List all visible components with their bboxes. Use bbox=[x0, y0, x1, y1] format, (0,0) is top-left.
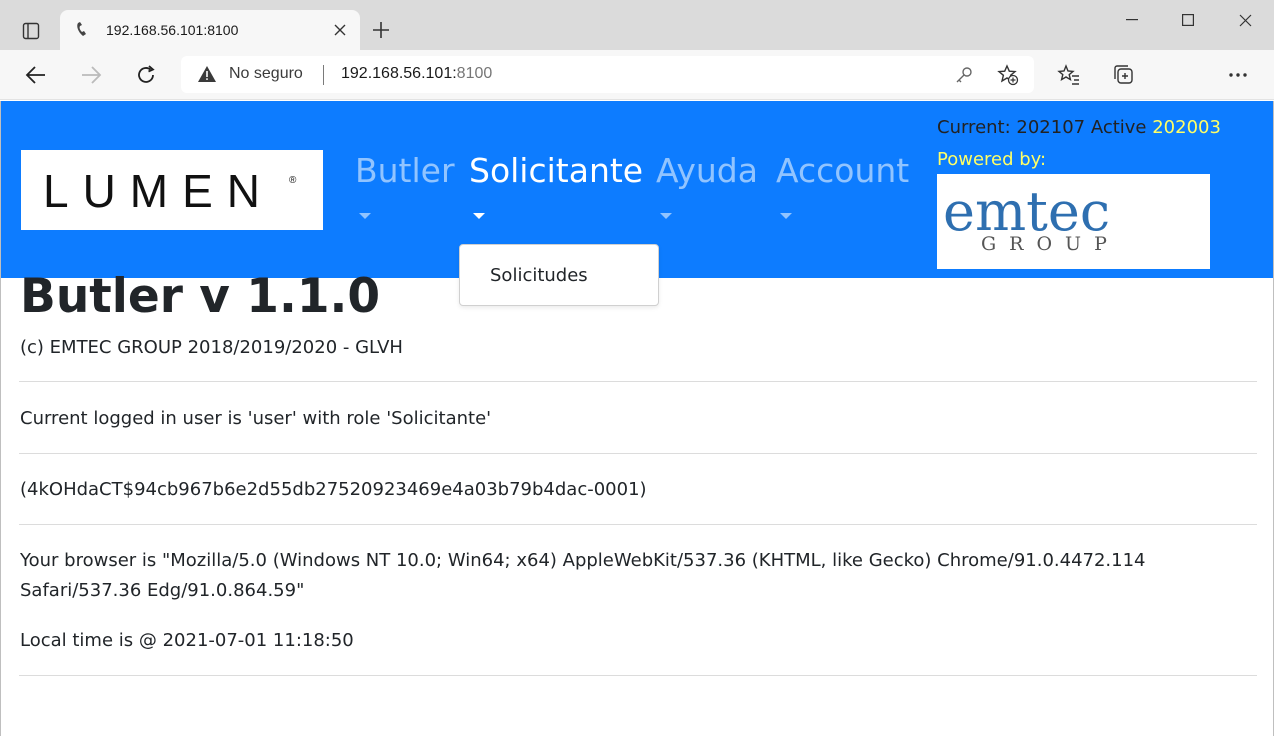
url-port: 8100 bbox=[456, 65, 493, 82]
url-text[interactable]: 192.168.56.101:8100 bbox=[341, 65, 492, 83]
lumen-logo: LUMEN ® bbox=[43, 165, 297, 215]
collections-icon[interactable] bbox=[1111, 62, 1137, 88]
divider bbox=[19, 675, 1257, 676]
divider bbox=[19, 453, 1257, 454]
maximize-icon[interactable] bbox=[1173, 6, 1203, 34]
local-time-text: Local time is @ 2021-07-01 11:18:50 bbox=[20, 630, 354, 651]
add-favorite-icon[interactable] bbox=[996, 63, 1020, 87]
nav-item-label: Butler bbox=[355, 151, 455, 190]
tab-actions-icon[interactable] bbox=[14, 16, 48, 46]
divider bbox=[19, 381, 1257, 382]
new-tab-icon[interactable] bbox=[370, 19, 392, 41]
forward-icon[interactable] bbox=[77, 61, 105, 89]
emtec-group-logo: emtec GROUP bbox=[937, 174, 1210, 269]
close-tab-icon[interactable] bbox=[332, 22, 348, 38]
minimize-icon[interactable] bbox=[1117, 6, 1147, 34]
session-id-text: (4kOHdaCT$94cb967b6e2d55db27520923469e4a… bbox=[20, 479, 647, 500]
key-icon[interactable] bbox=[952, 63, 976, 87]
brand-logo[interactable]: LUMEN ® bbox=[21, 150, 323, 230]
menu-item-solicitudes[interactable]: Solicitudes bbox=[490, 265, 588, 286]
close-window-icon[interactable] bbox=[1230, 6, 1260, 34]
divider bbox=[19, 524, 1257, 525]
brand-mark: ® bbox=[289, 175, 297, 186]
caret-down-icon bbox=[660, 213, 672, 219]
url-host: 192.168.56.101: bbox=[341, 65, 457, 82]
nav-item-butler[interactable]: Butler bbox=[355, 151, 455, 219]
favorites-icon[interactable] bbox=[1056, 62, 1082, 88]
browser-info-text: Your browser is "Mozilla/5.0 (Windows NT… bbox=[20, 550, 1146, 601]
caret-down-icon bbox=[473, 213, 485, 219]
period-status: Current: 202107 Active 202003 bbox=[937, 117, 1221, 138]
solicitante-dropdown-menu: Solicitudes bbox=[459, 244, 659, 306]
copyright-text: (c) EMTEC GROUP 2018/2019/2020 - GLVH bbox=[20, 337, 403, 358]
web-page: LUMEN ® Butler Solicitante Ayuda Account… bbox=[0, 101, 1274, 736]
back-icon[interactable] bbox=[22, 61, 50, 89]
partner-logo-sub: GROUP bbox=[981, 233, 1120, 255]
nav-item-label: Solicitante bbox=[469, 151, 644, 190]
browser-tab-bar: 192.168.56.101:8100 bbox=[0, 0, 1274, 51]
nav-item-solicitante[interactable]: Solicitante bbox=[469, 151, 644, 219]
page-favicon-icon bbox=[74, 21, 92, 39]
brand-name: LUMEN bbox=[43, 165, 274, 215]
warning-icon[interactable] bbox=[197, 65, 217, 83]
address-bar[interactable]: No seguro 192.168.56.101:8100 bbox=[181, 56, 1034, 93]
caret-down-icon bbox=[780, 213, 792, 219]
more-options-icon[interactable] bbox=[1225, 62, 1251, 88]
nav-item-ayuda[interactable]: Ayuda bbox=[656, 151, 758, 219]
powered-by-label: Powered by: bbox=[937, 149, 1047, 170]
page-title: Butler v 1.1.0 bbox=[20, 269, 381, 324]
url-separator bbox=[323, 65, 324, 85]
nav-item-account[interactable]: Account bbox=[776, 151, 910, 219]
nav-item-label: Ayuda bbox=[656, 151, 758, 190]
status-prefix: Current: 202107 Active bbox=[937, 117, 1153, 138]
refresh-icon[interactable] bbox=[132, 61, 160, 89]
security-label[interactable]: No seguro bbox=[229, 65, 303, 83]
tab-title: 192.168.56.101:8100 bbox=[106, 22, 239, 38]
browser-tab[interactable]: 192.168.56.101:8100 bbox=[60, 10, 360, 51]
user-info-text: Current logged in user is 'user' with ro… bbox=[20, 408, 492, 429]
browser-toolbar: No seguro 192.168.56.101:8100 bbox=[0, 50, 1274, 140]
active-period: 202003 bbox=[1152, 117, 1221, 138]
nav-item-label: Account bbox=[776, 151, 910, 190]
caret-down-icon bbox=[359, 213, 371, 219]
